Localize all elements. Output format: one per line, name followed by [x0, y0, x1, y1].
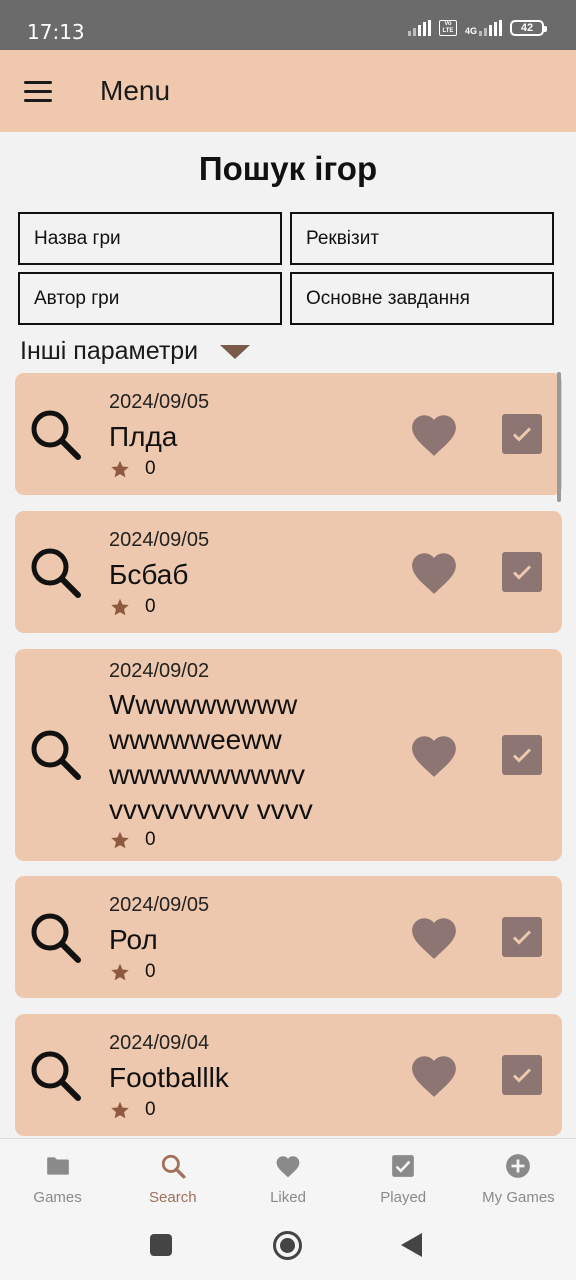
home-icon[interactable]	[273, 1231, 302, 1260]
signal-icon-2	[479, 20, 502, 36]
played-checkbox[interactable]	[502, 1055, 542, 1095]
game-list[interactable]: 2024/09/05 Плда 0 2024/09/05 Бсбаб 0 202…	[0, 372, 576, 1138]
played-checkbox[interactable]	[502, 917, 542, 957]
heart-icon[interactable]	[409, 411, 459, 457]
bottom-nav: Games Search Liked Played My Games	[0, 1138, 576, 1220]
nav-my-games[interactable]: My Games	[461, 1139, 576, 1220]
star-icon	[111, 460, 129, 477]
signal-icon	[407, 20, 431, 36]
rating-value: 0	[145, 458, 156, 479]
back-icon[interactable]	[401, 1233, 422, 1257]
nav-played-label: Played	[380, 1189, 427, 1206]
check-icon	[512, 1068, 532, 1083]
rating-value: 0	[145, 961, 156, 982]
game-date: 2024/09/04	[109, 1032, 210, 1054]
nav-games[interactable]: Games	[0, 1139, 115, 1220]
game-name: Footballlk	[109, 1062, 229, 1093]
game-card[interactable]: 2024/09/04 Footballlk 0	[15, 1014, 562, 1136]
recents-icon[interactable]	[150, 1234, 172, 1256]
game-date: 2024/09/02	[109, 660, 210, 682]
rating-value: 0	[145, 1099, 156, 1120]
chevron-down-icon	[220, 344, 251, 359]
game-name: Рол	[109, 924, 158, 955]
status-time: 17:13	[27, 20, 85, 44]
menu-icon[interactable]	[24, 80, 52, 102]
search-icon	[161, 1154, 186, 1179]
rating-value: 0	[145, 596, 156, 617]
add-circle-icon	[506, 1154, 531, 1178]
game-name: Бсбаб	[109, 559, 189, 590]
system-nav-bar	[0, 1220, 576, 1280]
search-icon	[31, 1051, 81, 1101]
battery-icon: 42	[510, 20, 547, 36]
heart-icon[interactable]	[409, 549, 459, 595]
nav-search-label: Search	[149, 1189, 197, 1206]
star-icon	[111, 1101, 129, 1118]
search-icon	[31, 410, 81, 460]
game-rating: 0	[109, 1099, 156, 1121]
heart-icon[interactable]	[409, 914, 459, 960]
main-task-field[interactable]: Основне завдання	[290, 272, 554, 325]
game-rating: 0	[109, 961, 156, 983]
status-bar: 17:13 Vo LTE 4G 42	[0, 0, 576, 50]
star-icon	[111, 831, 129, 848]
check-icon	[512, 565, 532, 580]
other-params-label: Інші параметри	[20, 337, 199, 365]
rating-value: 0	[145, 829, 156, 850]
game-name: Плда	[109, 421, 178, 452]
folder-icon	[46, 1157, 69, 1175]
search-icon	[31, 913, 81, 963]
heart-icon[interactable]	[409, 732, 459, 778]
game-date: 2024/09/05	[109, 529, 210, 551]
app-bar-title: Menu	[100, 75, 171, 106]
props-field[interactable]: Реквізит	[290, 212, 554, 265]
game-rating: 0	[109, 829, 156, 851]
checkbox-icon	[392, 1155, 415, 1177]
game-rating: 0	[109, 458, 156, 480]
played-checkbox[interactable]	[502, 414, 542, 454]
nav-games-label: Games	[33, 1189, 82, 1206]
heart-icon	[276, 1156, 300, 1178]
search-icon	[31, 730, 81, 780]
game-card[interactable]: 2024/09/05 Рол 0	[15, 876, 562, 998]
list-scrollbar[interactable]	[557, 372, 561, 502]
heart-icon[interactable]	[409, 1052, 459, 1098]
nav-liked[interactable]: Liked	[230, 1139, 345, 1220]
game-name-field[interactable]: Назва гри	[18, 212, 282, 265]
search-icon	[31, 548, 81, 598]
page-title: Пошук ігор	[198, 150, 378, 187]
game-card[interactable]: 2024/09/05 Бсбаб 0	[15, 511, 562, 633]
star-icon	[111, 598, 129, 615]
status-icons: Vo LTE 4G 42	[407, 20, 547, 36]
network-type: 4G	[464, 26, 477, 36]
volte-icon: Vo LTE	[438, 20, 457, 36]
star-icon	[111, 963, 129, 980]
nav-played[interactable]: Played	[346, 1139, 461, 1220]
nav-search[interactable]: Search	[115, 1139, 230, 1220]
game-author-field[interactable]: Автор гри	[18, 272, 282, 325]
game-card[interactable]: 2024/09/02 Wwwwwwwww wwwwweeww wwwwwwwww…	[15, 649, 562, 861]
check-icon	[512, 748, 532, 763]
app-bar: Menu	[0, 50, 576, 132]
game-date: 2024/09/05	[109, 391, 210, 413]
game-name: Wwwwwwwww wwwwweeww wwwwwwwwwv vvvvvvvvv…	[109, 689, 313, 825]
game-card[interactable]: 2024/09/05 Плда 0	[15, 373, 562, 495]
nav-liked-label: Liked	[270, 1189, 306, 1206]
game-rating: 0	[109, 596, 156, 618]
nav-my-games-label: My Games	[482, 1189, 555, 1206]
check-icon	[512, 930, 532, 945]
other-params-toggle[interactable]: Інші параметри	[20, 337, 251, 366]
check-icon	[512, 427, 532, 442]
played-checkbox[interactable]	[502, 552, 542, 592]
game-date: 2024/09/05	[109, 894, 210, 916]
played-checkbox[interactable]	[502, 735, 542, 775]
